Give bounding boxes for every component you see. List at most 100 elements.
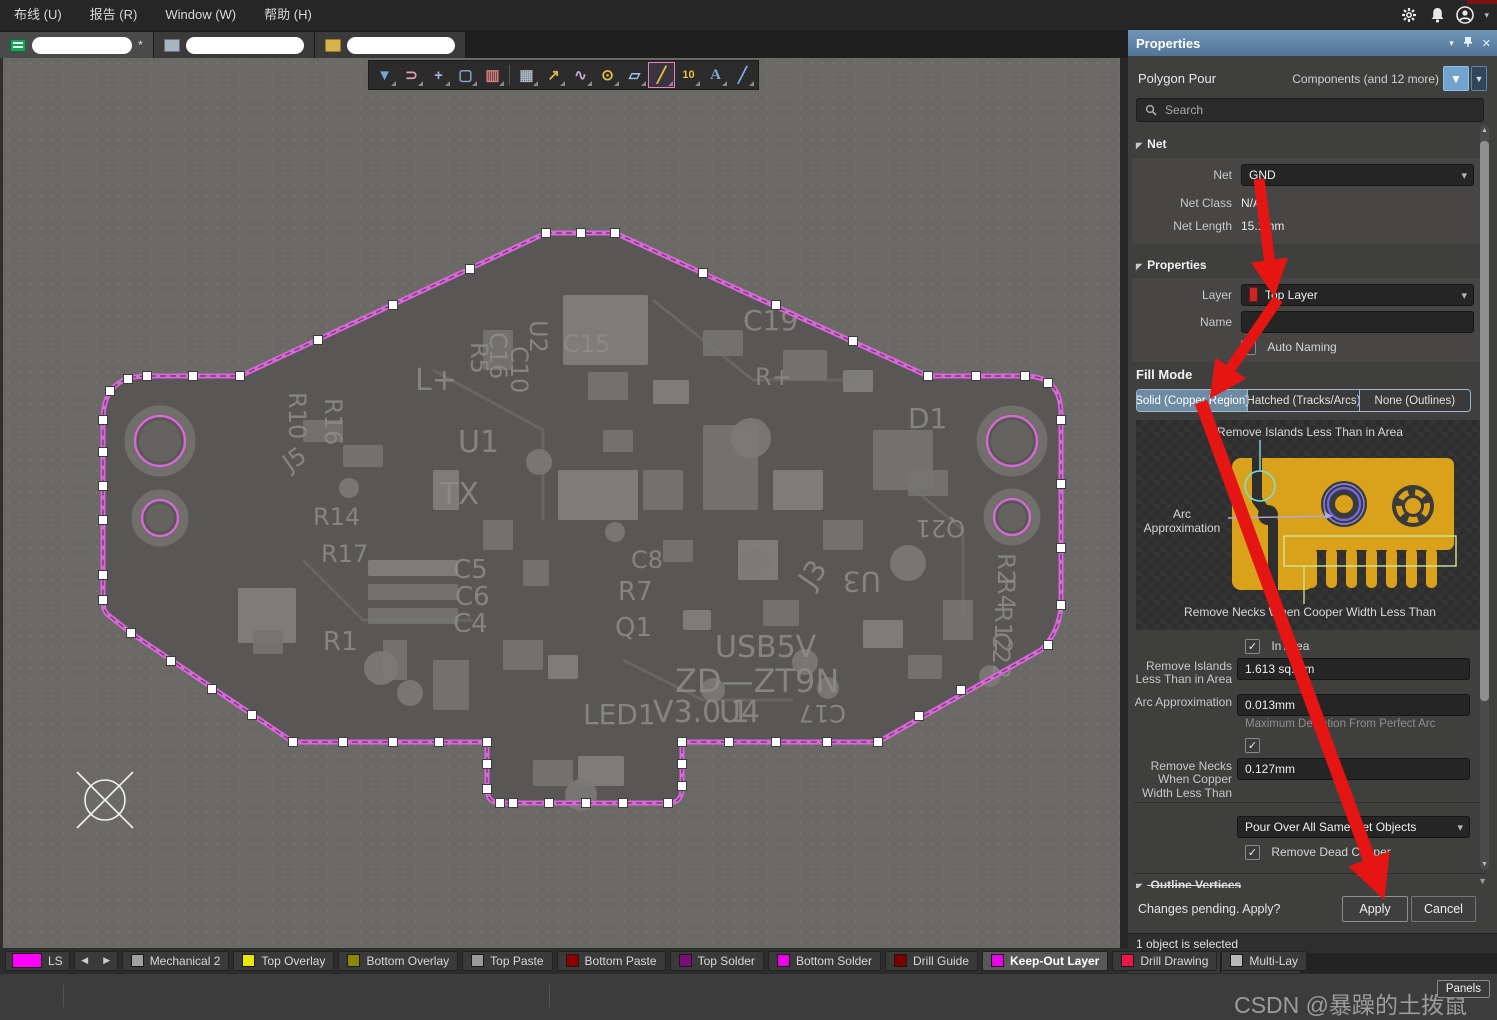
select-area-icon[interactable]: ▢ [453,63,478,87]
panel-splitter[interactable] [1120,58,1128,948]
polygon-vertex-handle[interactable] [339,738,348,747]
polygon-vertex-handle[interactable] [924,372,933,381]
panels-button[interactable]: Panels [1437,980,1490,998]
polygon-vertex-handle[interactable] [106,387,115,396]
polygon-vertex-handle[interactable] [611,229,620,238]
menu-help[interactable]: 帮助 (H) [250,0,326,30]
via-icon[interactable]: ⊙ [595,63,620,87]
polygon-vertex-handle[interactable] [389,738,398,747]
polygon-vertex-handle[interactable] [435,738,444,747]
polygon-vertex-handle[interactable] [99,482,108,491]
settings-gear-icon[interactable] [1400,6,1418,24]
scope-filter-caret[interactable]: ▼ [1471,66,1487,91]
polygon-vertex-handle[interactable] [496,799,505,808]
layer-tab-top-overlay[interactable]: Top Overlay [233,951,334,971]
section-properties-header[interactable]: ◤Properties [1136,258,1207,272]
polygon-vertex-handle[interactable] [582,799,591,808]
pour-over-dropdown[interactable]: Pour Over All Same Net Objects [1237,816,1470,838]
polygon-vertex-handle[interactable] [619,799,628,808]
layer-dropdown[interactable]: Top Layer [1241,284,1474,306]
polygon-vertex-handle[interactable] [208,685,217,694]
section-net-header[interactable]: ◤Net [1136,137,1167,151]
polygon-vertex-handle[interactable] [143,372,152,381]
polygon-vertex-handle[interactable] [957,686,966,695]
menu-reports[interactable]: 报告 (R) [76,0,152,30]
layer-tab-drill-guide[interactable]: Drill Guide [885,951,978,971]
polygon-vertex-handle[interactable] [664,799,673,808]
polygon-vertex-handle[interactable] [699,269,708,278]
scope-filter-button[interactable]: ▼ [1443,66,1469,91]
polygon-vertex-handle[interactable] [1044,379,1053,388]
scroll-down-icon[interactable]: ▼ [1478,876,1487,886]
text-icon[interactable]: A [703,63,728,87]
crosshair-icon[interactable]: + [426,63,451,87]
panel-pin-icon[interactable] [1463,36,1473,51]
align-tool-icon[interactable]: ▥ [480,63,505,87]
layer-tab-multi-layer[interactable]: Multi-Lay [1221,951,1307,971]
polygon-vertex-handle[interactable] [823,738,832,747]
polygon-vertex-handle[interactable] [483,760,492,769]
section-outline-vertices-header[interactable]: ◤ Outline Vertices [1136,878,1241,888]
polygon-vertex-handle[interactable] [1044,641,1053,650]
name-input[interactable] [1241,311,1474,333]
net-dropdown[interactable]: GND [1241,164,1474,186]
polygon-vertex-handle[interactable] [849,337,858,346]
polygon-vertex-handle[interactable] [678,738,687,747]
scroll-down-icon[interactable]: ▼ [1480,861,1489,868]
polygon-vertex-handle[interactable] [389,301,398,310]
polygon-vertex-handle[interactable] [99,571,108,580]
doc-tab-document[interactable] [315,32,466,58]
differential-pair-icon[interactable]: ∿ [568,63,593,87]
polygon-vertex-handle[interactable] [189,372,198,381]
layer-tab-bottom-overlay[interactable]: Bottom Overlay [338,951,458,971]
polygon-vertex-handle[interactable] [915,712,924,721]
polygon-vertex-handle[interactable] [167,657,176,666]
line-icon[interactable]: ╱ [730,63,755,87]
polygon-vertex-handle[interactable] [124,375,133,384]
layer-tab-drill-drawing[interactable]: Drill Drawing [1112,951,1217,971]
doc-tab-pcb[interactable]: * [0,32,154,58]
track-icon[interactable]: ╱ [649,63,674,87]
dimension-icon[interactable]: 10 [676,63,701,87]
in-area-checkbox[interactable]: ✓ [1245,639,1260,654]
polygon-vertex-handle[interactable] [1021,372,1030,381]
polygon-pour-icon[interactable]: ▱ [622,63,647,87]
polygon-vertex-handle[interactable] [1057,480,1066,489]
fill-mode-hatched[interactable]: Hatched (Tracks/Arcs) [1248,390,1359,411]
scrollbar-thumb[interactable] [1480,141,1489,701]
notifications-bell-icon[interactable] [1428,6,1446,24]
polygon-vertex-handle[interactable] [99,516,108,525]
polygon-vertex-handle[interactable] [248,711,257,720]
cancel-button[interactable]: Cancel [1411,896,1476,922]
fill-mode-solid[interactable]: Solid (Copper Region) [1137,390,1248,411]
doc-tab-library[interactable] [154,32,315,58]
layer-tab-mechanical2[interactable]: Mechanical 2 [122,951,230,971]
panel-close-icon[interactable]: ✕ [1482,37,1491,50]
layer-tab-keepout[interactable]: Keep-Out Layer [982,951,1108,971]
polygon-vertex-handle[interactable] [289,738,298,747]
polygon-vertex-handle[interactable] [542,229,551,238]
account-caret-icon[interactable]: ▾ [1484,10,1489,21]
polygon-vertex-handle[interactable] [509,799,518,808]
layer-tab-top-solder[interactable]: Top Solder [670,951,764,971]
panel-title-bar[interactable]: Properties ▾ ✕ [1128,30,1497,56]
polygon-vertex-handle[interactable] [99,596,108,605]
polygon-vertex-handle[interactable] [1057,601,1066,610]
polygon-vertex-handle[interactable] [483,738,492,747]
scroll-up-icon[interactable]: ▲ [1480,127,1489,134]
polygon-vertex-handle[interactable] [1057,544,1066,553]
pcb-board[interactable]: C16C10R5R10R16L+C15C19R+U2D1U1TXJ5R14R17… [3,58,1120,948]
polygon-vertex-handle[interactable] [772,301,781,310]
polygon-vertex-handle[interactable] [772,738,781,747]
search-input[interactable]: Search [1136,98,1484,122]
scope-label[interactable]: Components (and 12 more) [1292,72,1439,86]
layer-scroll-right-icon[interactable]: ▶ [99,955,115,966]
remove-necks-checkbox[interactable]: ✓ [1245,738,1260,753]
layer-scroll-left-icon[interactable]: ◀ [77,955,93,966]
snap-magnet-icon[interactable]: ⊃ [399,63,424,87]
component-icon[interactable]: ▦ [514,63,539,87]
panel-dropdown-icon[interactable]: ▾ [1449,38,1454,49]
panel-scrollbar[interactable]: ▲ ▼ [1480,125,1489,870]
layer-current-ls[interactable]: LS [5,951,70,971]
apply-button[interactable]: Apply [1342,896,1408,922]
